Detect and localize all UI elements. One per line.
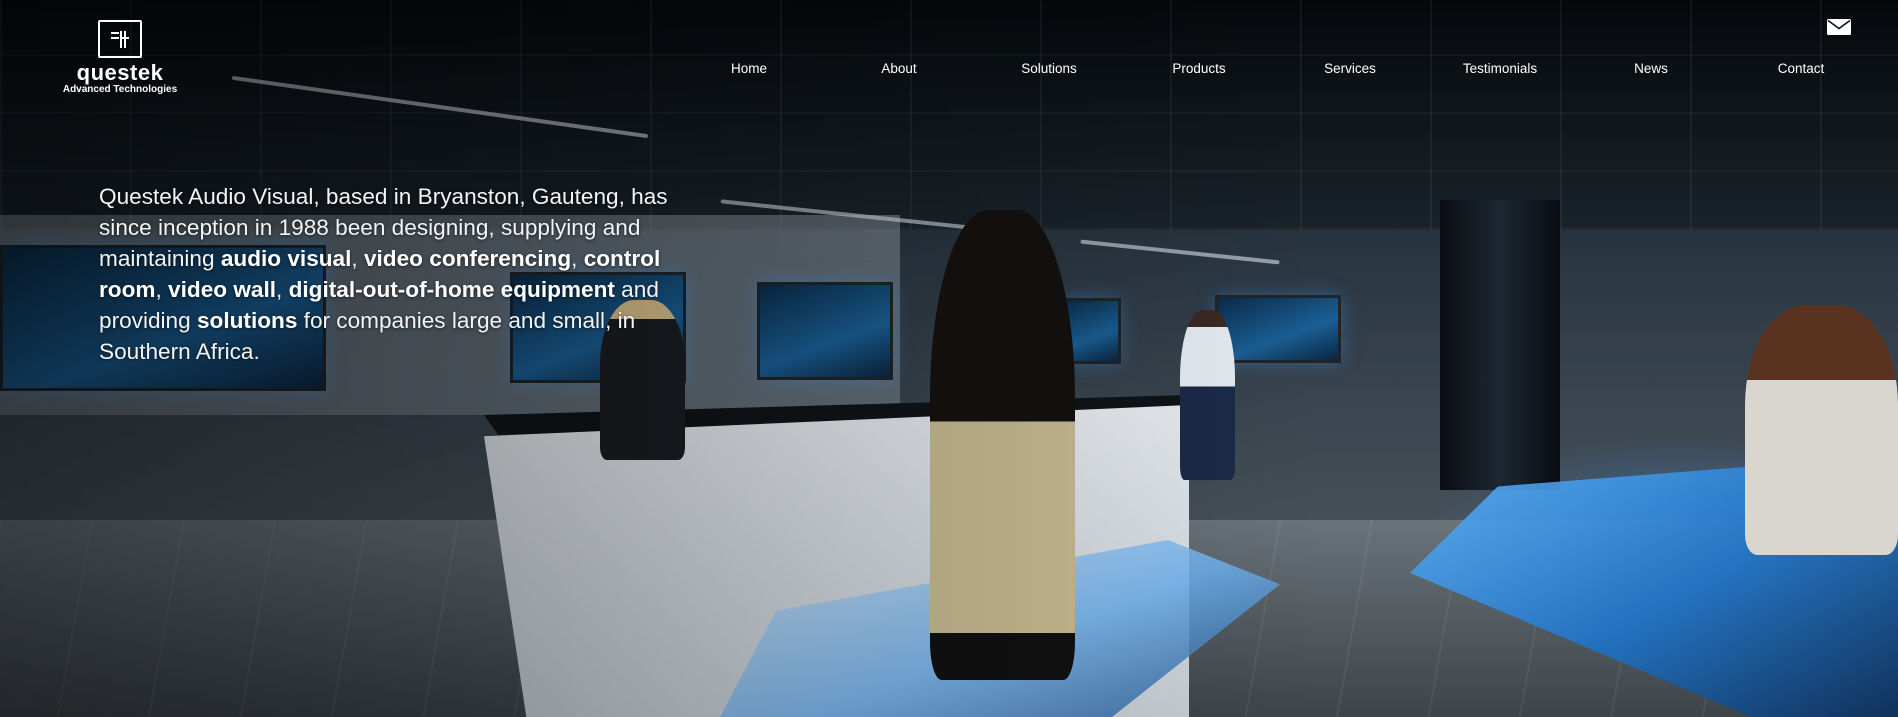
hero-intro-text: Questek Audio Visual, based in Bryanston… [99,181,699,367]
nav-about[interactable]: About [881,61,916,76]
hero-highlight-solutions: solutions [196,307,298,333]
hero-highlight-dooh: digital-out-of-home equipment [288,276,615,302]
hero-text-part: , [351,245,364,271]
nav-news[interactable]: News [1634,61,1668,76]
nav-services[interactable]: Services [1324,61,1376,76]
brand-logo[interactable]: questek Advanced Technologies [62,20,178,96]
brand-tagline: Advanced Technologies [62,84,178,95]
hero-text-part: , [276,276,289,302]
logo-mark-icon [98,20,142,58]
nav-contact[interactable]: Contact [1778,61,1825,76]
hero-highlight-video-conferencing: video conferencing [363,245,572,271]
hero-highlight-video-wall: video wall [168,276,277,302]
hero-text-part: , [155,276,169,302]
nav-products[interactable]: Products [1172,61,1225,76]
nav-testimonials[interactable]: Testimonials [1463,61,1537,76]
hero-text-part: , [571,245,584,271]
mail-icon[interactable] [1827,19,1851,35]
nav-home[interactable]: Home [731,61,767,76]
hero-highlight-audio-visual: audio visual [220,245,352,271]
main-nav: Home About Solutions Products Services T… [0,61,1898,77]
nav-solutions[interactable]: Solutions [1021,61,1077,76]
